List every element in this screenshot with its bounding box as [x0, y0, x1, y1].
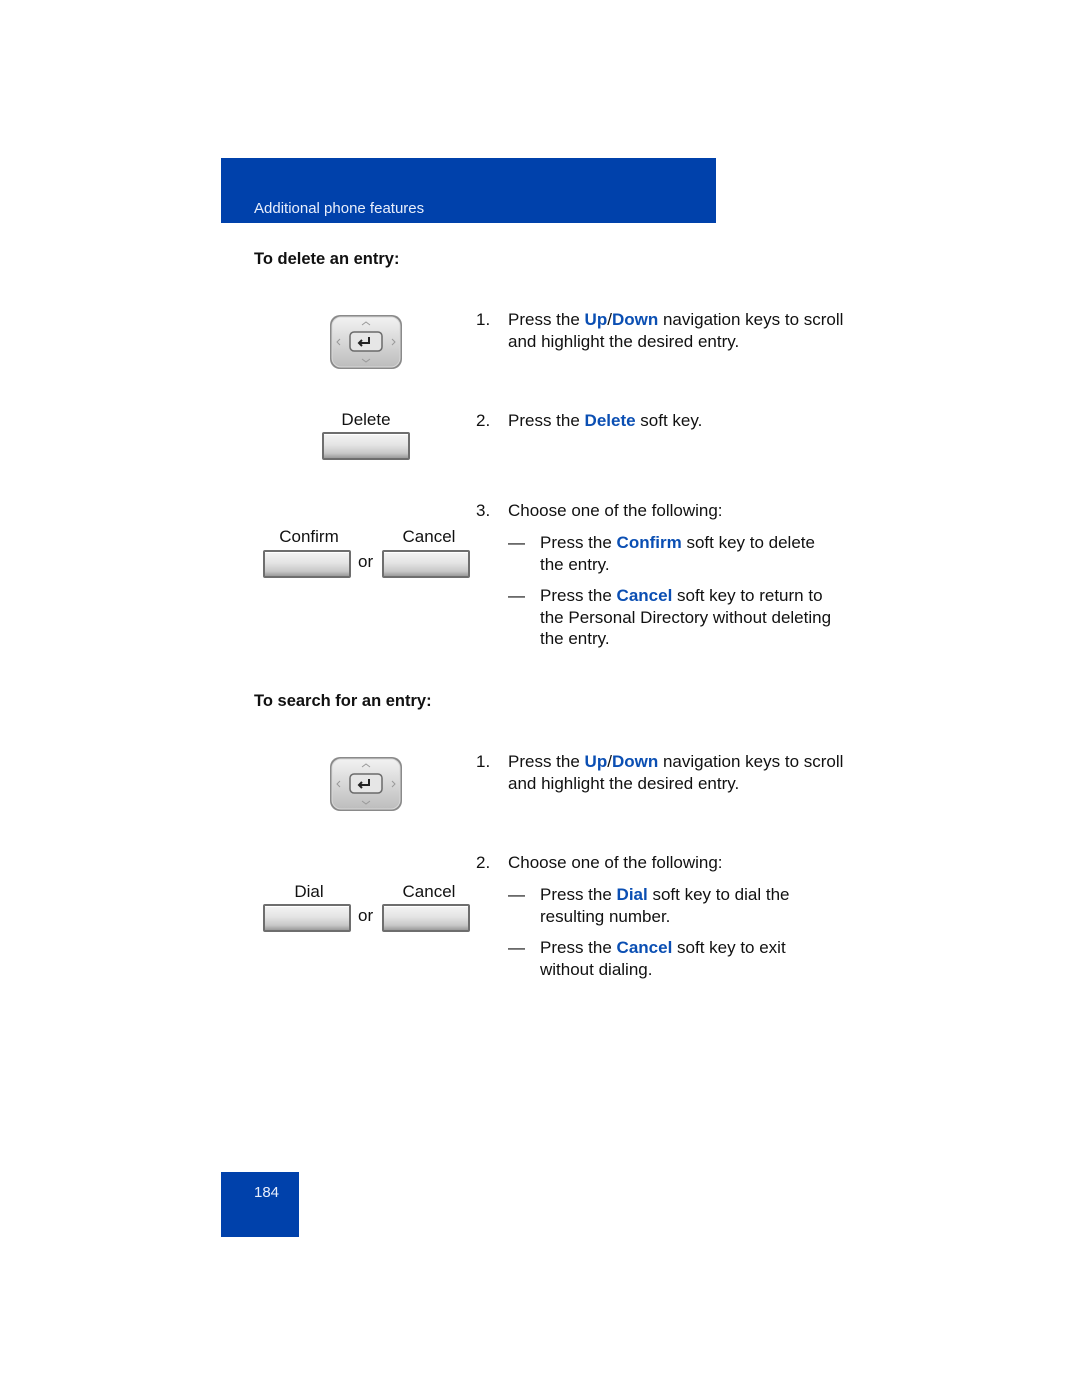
- confirm-key-label: Confirm: [279, 527, 339, 546]
- cancel-key-ref: Cancel: [616, 586, 673, 605]
- search-section-heading: To search for an entry:: [254, 692, 432, 710]
- chapter-header: Additional phone features: [221, 158, 716, 223]
- cancel-key-label: Cancel: [402, 527, 456, 546]
- up-key-ref: Up: [584, 310, 608, 329]
- cancel-softkey[interactable]: [382, 904, 470, 932]
- page-number: 184: [254, 1184, 280, 1201]
- delete-option-confirm: — Press the Confirm soft key to delete t…: [508, 533, 815, 574]
- delete-softkey[interactable]: [322, 432, 410, 460]
- chapter-title: Additional phone features: [254, 200, 425, 217]
- dial-softkey[interactable]: [263, 904, 351, 932]
- delete-key-label: Delete: [341, 410, 391, 429]
- delete-step-3: 3. Choose one of the following:: [476, 501, 723, 520]
- navigation-cluster-icon: [330, 757, 402, 811]
- cancel-softkey[interactable]: [382, 550, 470, 578]
- delete-step-2: 2. Press the Delete soft key.: [476, 411, 703, 430]
- down-key-ref: Down: [611, 310, 659, 329]
- search-step-2: 2. Choose one of the following:: [476, 853, 723, 872]
- dial-key-ref: Dial: [616, 885, 648, 904]
- search-option-cancel: — Press the Cancel soft key to exit with…: [508, 938, 786, 979]
- confirm-key-ref: Confirm: [616, 533, 682, 552]
- search-step-1: 1. Press the Up/Down navigation keys to …: [476, 752, 844, 793]
- navigation-cluster-icon: [330, 315, 402, 369]
- or-label: or: [358, 552, 374, 571]
- cancel-key-ref: Cancel: [616, 938, 673, 957]
- delete-key-ref: Delete: [584, 411, 636, 430]
- up-key-ref: Up: [584, 752, 608, 771]
- delete-step-1: 1. Press the Up/Down navigation keys to …: [476, 310, 844, 351]
- or-label: or: [358, 906, 374, 925]
- dial-key-label: Dial: [294, 882, 324, 901]
- down-key-ref: Down: [611, 752, 659, 771]
- cancel-key-label: Cancel: [402, 882, 456, 901]
- confirm-softkey[interactable]: [263, 550, 351, 578]
- delete-option-cancel: — Press the Cancel soft key to return to…: [508, 586, 832, 648]
- delete-section-heading: To delete an entry:: [254, 250, 400, 268]
- search-option-dial: — Press the Dial soft key to dial the re…: [508, 885, 790, 926]
- page-number-box: 184: [221, 1172, 299, 1237]
